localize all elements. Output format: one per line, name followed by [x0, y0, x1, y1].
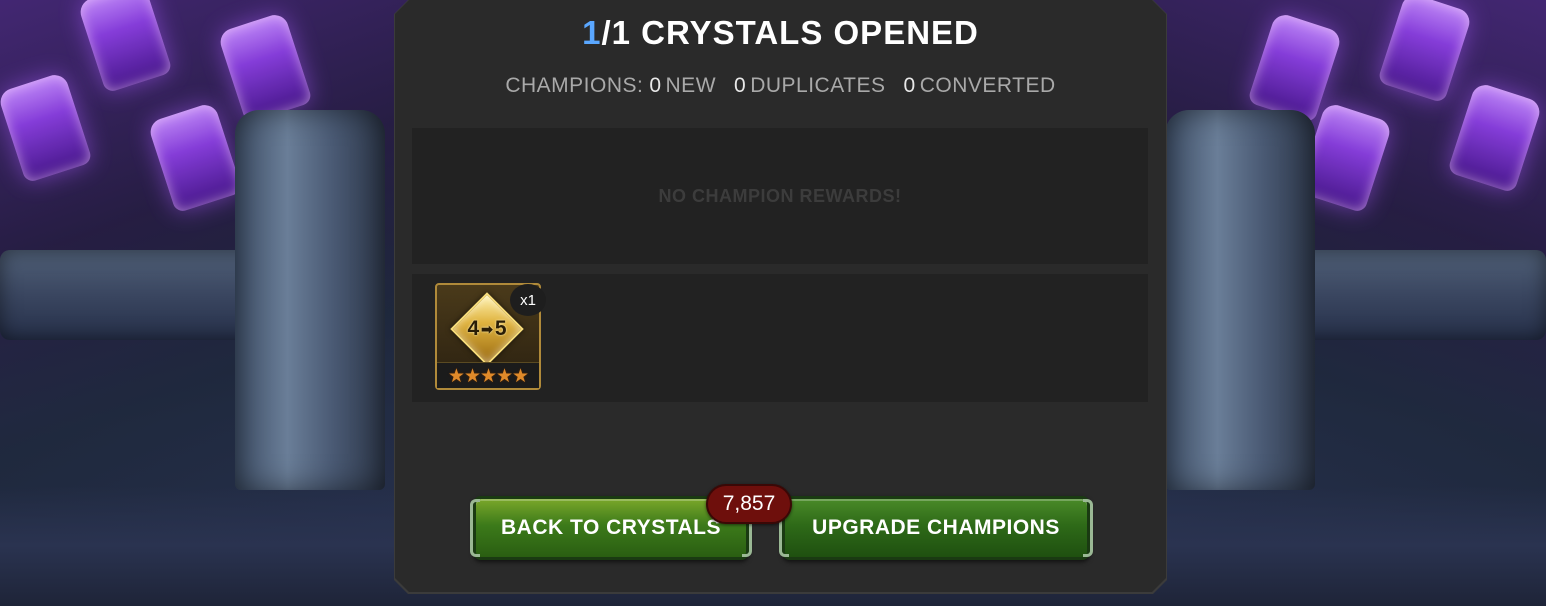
champion-rewards-box: NO CHAMPION REWARDS! — [412, 128, 1148, 264]
arrow-right-icon: ➡ — [481, 320, 493, 337]
button-edge-left — [470, 499, 480, 557]
opened-count: 1 — [582, 14, 602, 51]
price-badge: 7,857 — [706, 484, 792, 524]
new-label: NEW — [665, 74, 717, 97]
back-button-label: BACK TO CRYSTALS — [501, 516, 721, 539]
button-edge-right — [1083, 499, 1093, 557]
opened-total-label: /1 CRYSTALS OPENED — [601, 14, 979, 51]
converted-label: CONVERTED — [919, 74, 1056, 97]
duplicates-count: 0 — [734, 74, 747, 97]
summary-prefix: CHAMPIONS: — [505, 74, 644, 97]
upgrade-button-label: UPGRADE CHAMPIONS — [812, 516, 1060, 539]
new-count: 0 — [649, 74, 662, 97]
converted-count: 0 — [903, 74, 916, 97]
quantity-badge: x1 — [510, 284, 546, 316]
star-rating: ★★★★★ — [437, 362, 539, 388]
gem-rank-label: 4 ➡ 5 — [467, 317, 506, 341]
item-rewards-box: 4 ➡ 5 ★★★★★ x1 — [412, 274, 1148, 402]
duplicates-label: DUPLICATES — [750, 74, 886, 97]
champions-summary: CHAMPIONS: 0 NEW 0 DUPLICATES 0 CONVERTED — [395, 74, 1166, 98]
from-rank: 4 — [467, 317, 480, 340]
to-rank: 5 — [494, 317, 507, 340]
stone-pillar — [235, 110, 385, 490]
upgrade-champions-button[interactable]: UPGRADE CHAMPIONS — [779, 496, 1093, 560]
stone-pillar — [1165, 110, 1315, 490]
page-title: 1/1 CRYSTALS OPENED — [395, 14, 1166, 52]
no-rewards-message: NO CHAMPION REWARDS! — [658, 185, 902, 206]
